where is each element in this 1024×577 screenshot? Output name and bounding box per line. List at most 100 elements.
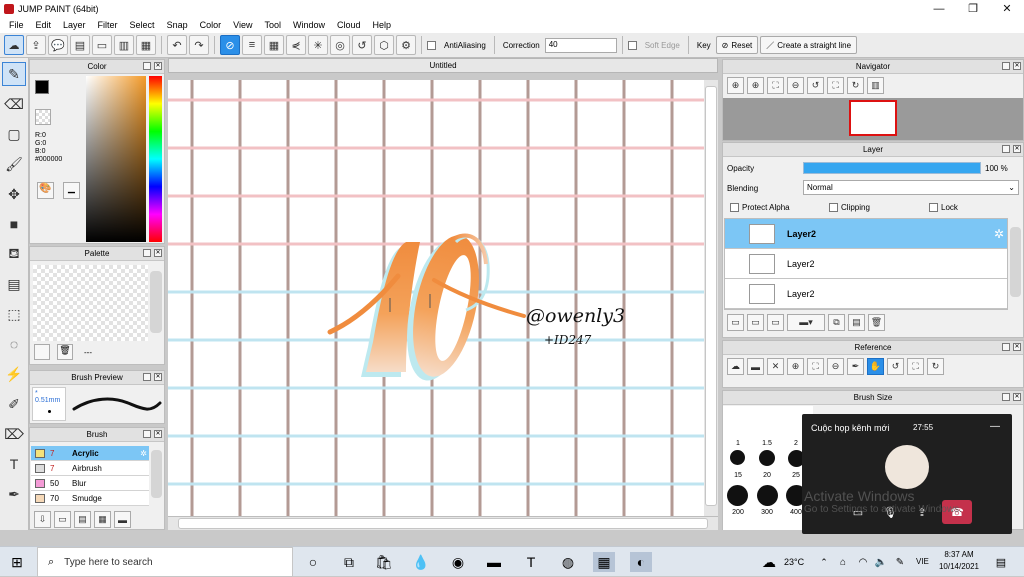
brush-item-acrylic[interactable]: 7 Acrylic ✲ bbox=[31, 446, 149, 461]
copy-brush-icon[interactable]: ▤ bbox=[74, 511, 91, 528]
redo-icon[interactable]: ↷ bbox=[189, 35, 209, 55]
reference-close-icon[interactable]: ✕ bbox=[767, 358, 784, 375]
navigator-reset-icon[interactable]: ▥ bbox=[867, 77, 884, 94]
reference-open-icon[interactable]: ▬ bbox=[747, 358, 764, 375]
pen-icon[interactable]: ✎ bbox=[889, 552, 911, 572]
flip-icon[interactable]: ⛶ bbox=[827, 77, 844, 94]
size-dot[interactable] bbox=[759, 450, 775, 466]
new-brush-icon[interactable]: ▭ bbox=[54, 511, 71, 528]
menu-filter[interactable]: Filter bbox=[92, 20, 124, 30]
jump-paint-taskbar-icon[interactable]: ▦ bbox=[593, 552, 615, 572]
store-icon[interactable]: 🛍 bbox=[373, 552, 395, 572]
snap-radial-icon[interactable]: ✳ bbox=[308, 35, 328, 55]
reference-zoom-in-icon[interactable]: ⊕ bbox=[787, 358, 804, 375]
transparent-swatch[interactable] bbox=[35, 109, 51, 125]
protect-alpha-option[interactable]: Protect Alpha bbox=[730, 203, 790, 212]
brush-scrollbar[interactable] bbox=[151, 450, 162, 498]
canvas-vertical-scrollbar[interactable] bbox=[704, 80, 718, 516]
gradient-tool-icon[interactable]: ▤ bbox=[2, 272, 26, 296]
panel-undock-icon[interactable] bbox=[143, 430, 151, 438]
new-layer-1bit-icon[interactable]: ▭ bbox=[767, 314, 784, 331]
lasso-tool-icon[interactable]: ◌ bbox=[2, 332, 26, 356]
menu-file[interactable]: File bbox=[3, 20, 30, 30]
menu-snap[interactable]: Snap bbox=[161, 20, 194, 30]
text-tool-icon[interactable]: T bbox=[2, 452, 26, 476]
share-screen-icon[interactable]: ⇪ bbox=[910, 500, 934, 524]
menu-tool[interactable]: Tool bbox=[258, 20, 287, 30]
maximize-button[interactable]: ❐ bbox=[956, 0, 990, 17]
panel-undock-icon[interactable] bbox=[1002, 62, 1010, 70]
selection-pen-icon[interactable]: ✐ bbox=[2, 392, 26, 416]
rotate-right-icon[interactable]: ↻ bbox=[847, 77, 864, 94]
brush-size-grid[interactable]: 1 1.5 2 15 20 25 200 300 400 bbox=[723, 406, 813, 530]
menu-window[interactable]: Window bbox=[287, 20, 331, 30]
new-layer-8bit-icon[interactable]: ▭ bbox=[747, 314, 764, 331]
brush-tool-icon[interactable]: 🖌 bbox=[2, 152, 26, 176]
zoom-in-icon[interactable]: ⊕ bbox=[747, 77, 764, 94]
menu-layer[interactable]: Layer bbox=[57, 20, 92, 30]
eyedrop-button-icon[interactable]: ▁ bbox=[63, 182, 80, 199]
menu-view[interactable]: View bbox=[227, 20, 258, 30]
windows-start-icon[interactable]: ⊞ bbox=[6, 552, 28, 572]
straight-line-button[interactable]: ／ Create a straight line bbox=[760, 36, 858, 54]
lock-option[interactable]: Lock bbox=[929, 203, 958, 212]
layer-row[interactable]: Layer2 bbox=[725, 249, 1007, 279]
panel-undock-icon[interactable] bbox=[143, 249, 151, 257]
task-view-icon[interactable]: ⧉ bbox=[338, 552, 360, 572]
panel-close-icon[interactable]: ✕ bbox=[154, 62, 162, 70]
layer-row[interactable]: Layer2 bbox=[725, 279, 1007, 309]
menu-edit[interactable]: Edit bbox=[30, 20, 58, 30]
snap-perspective-icon[interactable]: ⋞ bbox=[286, 35, 306, 55]
reset-button[interactable]: ⊘ Reset bbox=[715, 36, 759, 54]
reference-fit-icon[interactable]: ⛶ bbox=[807, 358, 824, 375]
size-option[interactable]: 15 bbox=[728, 472, 748, 479]
brush-cloud-icon[interactable]: ⇩ bbox=[34, 511, 51, 528]
snap-off-icon[interactable]: ⊘ bbox=[220, 35, 240, 55]
protect-alpha-checkbox[interactable] bbox=[730, 203, 739, 212]
panel-close-icon[interactable]: ✕ bbox=[154, 373, 162, 381]
comment-icon[interactable]: ▤ bbox=[70, 35, 90, 55]
size-dot[interactable] bbox=[757, 485, 778, 506]
clock[interactable]: 8:37 AM 10/14/2021 bbox=[934, 549, 984, 573]
panel-close-icon[interactable]: ✕ bbox=[1013, 62, 1021, 70]
size-option[interactable]: 1.5 bbox=[757, 440, 777, 447]
magic-wand-tool-icon[interactable]: ⚡ bbox=[2, 362, 26, 386]
panel-close-icon[interactable]: ✕ bbox=[154, 249, 162, 257]
app-badge-icon[interactable]: ◐ bbox=[630, 552, 652, 572]
move-tool-icon[interactable]: ✥ bbox=[2, 182, 26, 206]
new-layer-icon[interactable]: ▭ bbox=[727, 314, 744, 331]
reference-rotate-left-icon[interactable]: ↺ bbox=[887, 358, 904, 375]
pen-tool-icon[interactable]: ✎ bbox=[2, 62, 26, 86]
panel-close-icon[interactable]: ✕ bbox=[1013, 343, 1021, 351]
canvas-horizontal-scrollbar[interactable] bbox=[168, 516, 718, 530]
weather-icon[interactable]: ☁ bbox=[758, 552, 780, 572]
snap-circle-icon[interactable]: ◎ bbox=[330, 35, 350, 55]
panel-close-icon[interactable]: ✕ bbox=[1013, 145, 1021, 153]
size-option[interactable]: 300 bbox=[757, 509, 777, 516]
select-rect-tool-icon[interactable]: ▢ bbox=[2, 122, 26, 146]
snap-grid-icon[interactable]: ▦ bbox=[264, 35, 284, 55]
panel-undock-icon[interactable] bbox=[1002, 343, 1010, 351]
panel-undock-icon[interactable] bbox=[1002, 145, 1010, 153]
delete-layer-icon[interactable]: 🗑 bbox=[868, 314, 885, 331]
edge-icon[interactable]: ◉ bbox=[447, 552, 469, 572]
undo-icon[interactable]: ↶ bbox=[167, 35, 187, 55]
saturation-value-picker[interactable] bbox=[86, 76, 146, 242]
speech-icon[interactable]: 💬 bbox=[48, 35, 68, 55]
panel-undock-icon[interactable] bbox=[143, 373, 151, 381]
layer-scrollbar[interactable] bbox=[1010, 227, 1021, 297]
zoom-fit-icon[interactable]: ⊕ bbox=[727, 77, 744, 94]
page-icon[interactable]: ▭ bbox=[92, 35, 112, 55]
zoom-out-icon[interactable]: ⊖ bbox=[787, 77, 804, 94]
new-palette-icon[interactable] bbox=[34, 344, 50, 360]
antialiasing-checkbox[interactable] bbox=[427, 40, 436, 50]
rotate-left-icon[interactable]: ↺ bbox=[807, 77, 824, 94]
reference-flip-icon[interactable]: ⛶ bbox=[907, 358, 924, 375]
palette-scrollbar[interactable] bbox=[150, 271, 162, 333]
snap-curve-icon[interactable]: ↺ bbox=[352, 35, 372, 55]
mic-off-icon[interactable]: 🎙 bbox=[878, 500, 902, 524]
panel-undock-icon[interactable] bbox=[1002, 393, 1010, 401]
reference-hand-icon[interactable]: ✋ bbox=[867, 358, 884, 375]
blending-select[interactable]: Normal ⌄ bbox=[803, 180, 1019, 195]
teams-icon[interactable]: T bbox=[520, 552, 542, 572]
